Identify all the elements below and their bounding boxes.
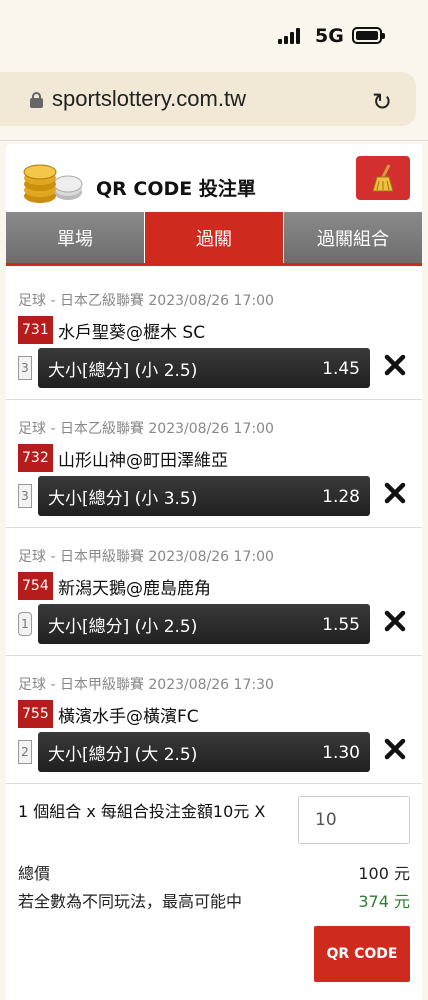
bet-match: 水戶聖葵@櫪木 SC (58, 323, 206, 343)
bet-odds: 1.30 (322, 743, 360, 763)
bet-league: 足球 - 日本乙級聯賽 2023/08/26 17:00 (18, 421, 274, 437)
tab-single[interactable]: 單場 (6, 212, 145, 263)
remove-bet-icon[interactable] (384, 482, 406, 504)
bet-number-badge: 755 (18, 700, 53, 728)
bet-odds: 1.45 (322, 359, 360, 379)
bet-match: 新潟天鵝@鹿島鹿角 (58, 579, 211, 599)
qr-code-button[interactable]: QR CODE (314, 926, 410, 982)
bet-item: 足球 - 日本乙級聯賽 2023/08/26 17:00 731 水戶聖葵@櫪木… (6, 272, 422, 400)
bet-item: 足球 - 日本乙級聯賽 2023/08/26 17:00 732 山形山神@町田… (6, 400, 422, 528)
bet-count-badge: 1 (18, 612, 32, 636)
battery-icon (352, 27, 385, 44)
signal-icon (278, 28, 302, 44)
bet-count-badge: 2 (18, 740, 32, 764)
total-value: 100 元 (358, 864, 410, 883)
bet-number-badge: 732 (18, 444, 53, 472)
odds-bar[interactable]: 大小[總分] (小 3.5) 1.28 (38, 476, 370, 516)
bet-odds: 1.55 (322, 615, 360, 635)
bet-count-badge: 3 (18, 356, 32, 380)
bet-match: 橫濱水手@橫濱FC (58, 707, 199, 727)
bet-summary: 1 個組合 x 每組合投注金額10元 X 總價 100 元 若全數為不同玩法，最… (6, 784, 422, 1000)
bet-type-tabs: 單場 過關 過關組合 (6, 212, 422, 266)
bet-selection: 大小[總分] (小 3.5) (48, 489, 198, 509)
bet-selection: 大小[總分] (小 2.5) (48, 617, 198, 637)
panel-title: QR CODE 投注單 (96, 178, 256, 200)
remove-bet-icon[interactable] (384, 738, 406, 760)
remove-bet-icon[interactable] (384, 354, 406, 376)
odds-bar[interactable]: 大小[總分] (大 2.5) 1.30 (38, 732, 370, 772)
status-bar: 5G (0, 0, 428, 70)
max-payout-value: 374 元 (358, 892, 410, 911)
bet-match: 山形山神@町田澤維亞 (58, 451, 228, 471)
divider (0, 140, 428, 141)
reload-icon[interactable]: ↻ (372, 88, 392, 116)
tab-parlay-combo[interactable]: 過關組合 (284, 212, 422, 263)
bet-selection: 大小[總分] (大 2.5) (48, 745, 198, 765)
bet-slip-panel: QR CODE 投注單 單場 過關 過關組合 足球 - 日本乙級聯賽 2023/… (6, 144, 422, 1000)
odds-bar[interactable]: 大小[總分] (小 2.5) 1.45 (38, 348, 370, 388)
bet-league: 足球 - 日本甲級聯賽 2023/08/26 17:30 (18, 677, 274, 693)
max-payout-label: 若全數為不同玩法，最高可能中 (18, 892, 243, 911)
combo-text: 1 個組合 x 每組合投注金額10元 X (18, 802, 266, 821)
bet-count-badge: 3 (18, 484, 32, 508)
tab-parlay[interactable]: 過關 (145, 212, 284, 263)
url-text: sportslottery.com.tw (52, 86, 246, 111)
lock-icon (30, 92, 43, 108)
network-type: 5G (315, 25, 344, 47)
bet-odds: 1.28 (322, 487, 360, 507)
coins-icon (23, 164, 83, 203)
odds-bar[interactable]: 大小[總分] (小 2.5) 1.55 (38, 604, 370, 644)
total-label: 總價 (18, 864, 51, 883)
bet-item: 足球 - 日本甲級聯賽 2023/08/26 17:00 754 新潟天鵝@鹿島… (6, 528, 422, 656)
bet-league: 足球 - 日本乙級聯賽 2023/08/26 17:00 (18, 293, 274, 309)
bet-item: 足球 - 日本甲級聯賽 2023/08/26 17:30 755 橫濱水手@橫濱… (6, 656, 422, 784)
broom-icon (372, 164, 394, 192)
bet-number-badge: 754 (18, 572, 53, 600)
stake-amount-input[interactable] (298, 796, 410, 844)
bet-number-badge: 731 (18, 316, 53, 344)
bet-selection: 大小[總分] (小 2.5) (48, 361, 198, 381)
remove-bet-icon[interactable] (384, 610, 406, 632)
bet-league: 足球 - 日本甲級聯賽 2023/08/26 17:00 (18, 549, 274, 565)
address-bar[interactable]: sportslottery.com.tw ↻ (0, 72, 416, 126)
clear-button[interactable] (356, 156, 410, 200)
